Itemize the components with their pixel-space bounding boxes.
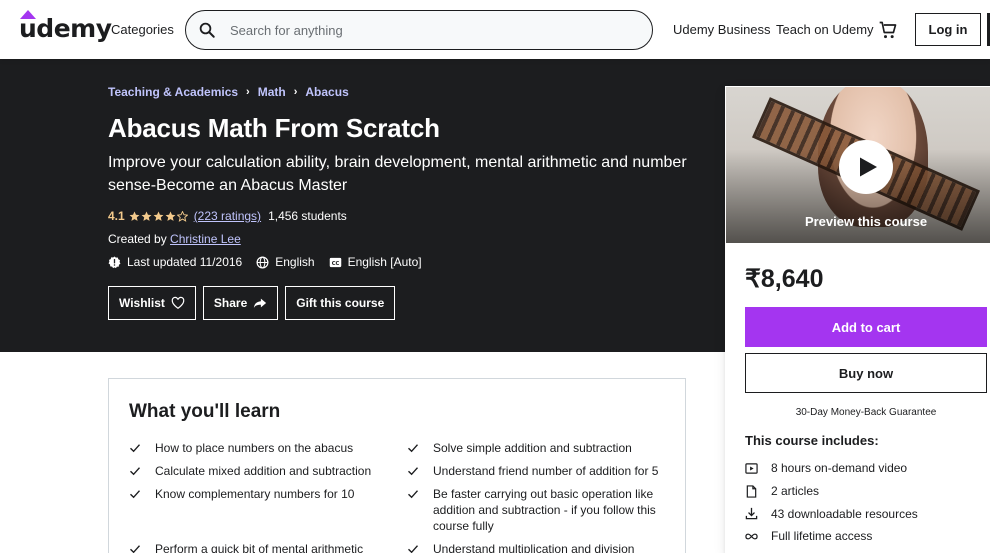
learn-item-text: Calculate mixed addition and subtraction [155, 464, 372, 478]
rating-value: 4.1 [108, 209, 125, 223]
chevron-right-icon: › [293, 86, 298, 98]
instructor-link[interactable]: Christine Lee [170, 232, 241, 246]
star-full-icon [141, 211, 152, 221]
check-icon [408, 545, 419, 553]
article-icon [746, 484, 757, 498]
money-back-guarantee: 30-Day Money-Back Guarantee [795, 407, 937, 418]
ratings-count-link[interactable]: (223 ratings) [194, 209, 261, 223]
star-empty-icon [176, 210, 188, 222]
gift-course-button[interactable]: Gift this course [285, 286, 396, 320]
learn-item-text: Perform a quick bit of mental arithmetic [155, 542, 364, 553]
course-actions: Wishlist Share Gift this course [108, 286, 402, 320]
purchase-card: Preview this course ₹8,640 Add to cart B… [725, 86, 990, 553]
share-button[interactable]: Share [202, 286, 279, 320]
search-input[interactable] [230, 22, 630, 38]
include-label: 2 articles [771, 484, 820, 499]
include-label: Full lifetime access [771, 529, 873, 544]
list-item: 2 articles [745, 480, 918, 503]
heart-icon [171, 296, 185, 309]
course-price: ₹8,640 [745, 265, 824, 293]
logo-accent-icon [20, 10, 36, 19]
list-item: 43 downloadable resources [745, 502, 918, 525]
course-title: Abacus Math From Scratch [108, 113, 440, 143]
play-button[interactable] [839, 140, 893, 194]
created-by: Created by Christine Lee [108, 232, 241, 246]
rating-row: 4.1 (223 ratings) 1,456 students [108, 209, 347, 223]
course-preview-video[interactable]: Preview this course [726, 87, 990, 243]
last-updated: Last updated 11/2016 [127, 255, 243, 269]
star-rating [129, 210, 189, 222]
includes-list: 8 hours on-demand video 2 articles 43 do… [745, 457, 918, 548]
learn-item-text: Solve simple addition and subtraction [433, 441, 632, 455]
list-item: 8 hours on-demand video [745, 457, 918, 480]
course-language: English [275, 255, 315, 269]
wishlist-button[interactable]: Wishlist [108, 286, 196, 320]
list-item: Be faster carrying out basic operation l… [407, 486, 669, 534]
alert-badge-icon [108, 255, 121, 268]
play-icon [860, 157, 877, 177]
share-arrow-icon [254, 298, 267, 308]
breadcrumb-item-teaching[interactable]: Teaching & Academics [108, 85, 238, 99]
list-item: Calculate mixed addition and subtraction [129, 463, 407, 479]
list-item: Understand multiplication and division [407, 541, 669, 553]
check-icon [130, 444, 141, 453]
star-full-icon [165, 211, 176, 221]
breadcrumb: Teaching & Academics › Math › Abacus [108, 85, 349, 99]
preview-label: Preview this course [804, 214, 928, 229]
created-by-label: Created by [108, 232, 167, 246]
wishlist-label: Wishlist [119, 296, 165, 310]
check-icon [408, 467, 419, 476]
learn-item-text: Understand friend number of addition for… [433, 464, 659, 478]
course-meta: Last updated 11/2016 English CC English … [108, 255, 422, 269]
login-button[interactable]: Log in [915, 13, 981, 46]
categories-menu[interactable]: Categories [111, 22, 174, 37]
learn-item-text: Know complementary numbers for 10 [155, 487, 355, 501]
teach-on-udemy-link[interactable]: Teach on Udemy [776, 22, 874, 37]
list-item: Solve simple addition and subtraction [407, 440, 669, 456]
search-icon[interactable] [198, 21, 216, 39]
include-label: 8 hours on-demand video [771, 461, 908, 476]
star-full-icon [129, 211, 140, 221]
list-item: Understand friend number of addition for… [407, 463, 669, 479]
check-icon [130, 467, 141, 476]
check-icon [130, 545, 141, 553]
star-full-icon [153, 211, 164, 221]
video-icon [745, 463, 758, 474]
course-captions: English [Auto] [347, 255, 422, 269]
check-icon [408, 444, 419, 453]
infinity-icon [745, 533, 758, 540]
download-icon [745, 508, 758, 520]
svg-text:CC: CC [331, 260, 339, 266]
course-subtitle: Improve your calculation ability, brain … [108, 154, 687, 194]
udemy-logo[interactable]: udemy [19, 10, 112, 43]
check-icon [130, 490, 141, 499]
learn-item-text: How to place numbers on the abacus [155, 441, 354, 455]
search-bar[interactable] [185, 10, 653, 50]
list-item: Know complementary numbers for 10 [129, 486, 407, 534]
breadcrumb-item-math[interactable]: Math [258, 85, 286, 99]
closed-captions-icon: CC [329, 257, 341, 267]
learn-item-text: Be faster carrying out basic operation l… [433, 487, 656, 533]
includes-heading: This course includes: [745, 433, 879, 448]
students-count: 1,456 students [268, 209, 347, 223]
include-label: 43 downloadable resources [771, 506, 918, 521]
list-item: Full lifetime access [745, 525, 918, 548]
buy-now-button[interactable]: Buy now [745, 353, 987, 393]
share-label: Share [213, 296, 248, 310]
what-youll-learn-box: What you'll learn How to place numbers o… [108, 378, 686, 553]
list-item: How to place numbers on the abacus [129, 440, 407, 456]
cart-icon[interactable] [878, 20, 898, 40]
udemy-business-link[interactable]: Udemy Business [673, 22, 771, 37]
chevron-right-icon: › [246, 86, 250, 98]
add-to-cart-button[interactable]: Add to cart [745, 307, 987, 347]
learn-item-text: Understand multiplication and division [433, 542, 635, 553]
breadcrumb-item-abacus[interactable]: Abacus [305, 85, 348, 99]
globe-icon [256, 256, 269, 268]
top-navbar: udemy Categories Udemy Business Teach on… [0, 0, 990, 59]
learn-list: How to place numbers on the abacus Solve… [129, 440, 669, 553]
check-icon [408, 490, 419, 499]
list-item: Perform a quick bit of mental arithmetic [129, 541, 407, 553]
learn-heading: What you'll learn [129, 401, 281, 422]
